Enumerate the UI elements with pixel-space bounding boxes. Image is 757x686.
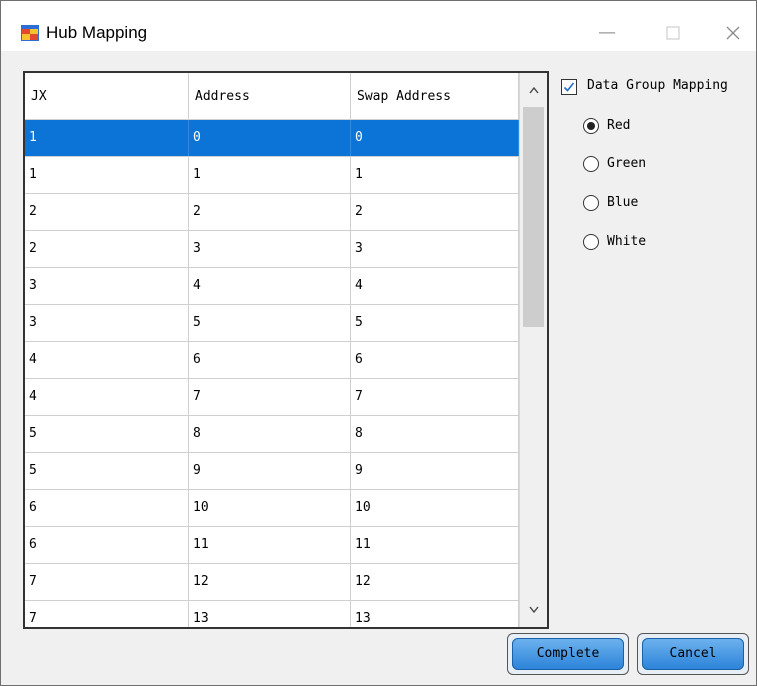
cell-address[interactable]: 10	[189, 490, 351, 526]
data-group-mapping-label: Data Group Mapping	[587, 78, 728, 93]
title-bar[interactable]: Hub Mapping —	[1, 1, 756, 51]
cell-jx[interactable]: 3	[25, 305, 189, 341]
radio-blue-button[interactable]	[583, 195, 599, 211]
cell-address[interactable]: 6	[189, 342, 351, 378]
vertical-scrollbar[interactable]	[519, 73, 547, 627]
cell-jx[interactable]: 6	[25, 527, 189, 563]
window-title: Hub Mapping	[46, 23, 148, 42]
table-row[interactable]: 7 13 13	[25, 601, 519, 627]
table-row[interactable]: 6 10 10	[25, 490, 519, 527]
cell-address[interactable]: 3	[189, 231, 351, 267]
cell-jx[interactable]: 5	[25, 416, 189, 452]
cell-jx[interactable]: 7	[25, 564, 189, 600]
cell-jx[interactable]: 5	[25, 453, 189, 489]
cell-jx[interactable]: 2	[25, 231, 189, 267]
cell-jx[interactable]: 4	[25, 342, 189, 378]
cell-jx[interactable]: 3	[25, 268, 189, 304]
table-body: 1 0 0 1 1 1 2 2 2 2 3 3 3 4 4 3 5 5 4 6 6 4 7 7 5 8 8 5 9 9 6 10 10 6 11 11…	[25, 120, 519, 627]
cell-swap-address[interactable]: 4	[351, 268, 519, 304]
chevron-down-icon[interactable]	[520, 595, 547, 625]
cell-swap-address[interactable]: 9	[351, 453, 519, 489]
radio-white-label: White	[607, 234, 647, 249]
cell-swap-address[interactable]: 12	[351, 564, 519, 600]
maximize-icon[interactable]	[653, 15, 693, 51]
radio-red-button[interactable]	[583, 118, 599, 134]
column-header-jx[interactable]: JX	[25, 73, 189, 119]
table-row[interactable]: 588	[25, 416, 519, 453]
complete-button-label: Complete	[512, 638, 624, 670]
table-row[interactable]: 7 12 12	[25, 564, 519, 601]
cancel-button[interactable]: Cancel	[637, 633, 749, 675]
radio-white-button[interactable]	[583, 234, 599, 250]
table-row[interactable]: 6 11 11	[25, 527, 519, 564]
cell-address[interactable]: 9	[189, 453, 351, 489]
complete-button[interactable]: Complete	[507, 633, 629, 675]
cell-jx[interactable]: 1	[25, 157, 189, 193]
radio-green[interactable]: Green	[583, 155, 703, 175]
cell-address[interactable]: 8	[189, 416, 351, 452]
radio-red-label: Red	[607, 118, 631, 133]
chevron-up-icon[interactable]	[520, 75, 547, 105]
cell-swap-address[interactable]: 0	[351, 120, 519, 156]
table-row[interactable]: 599	[25, 453, 519, 490]
cell-swap-address[interactable]: 7	[351, 379, 519, 415]
cell-jx[interactable]: 7	[25, 601, 189, 627]
radio-white[interactable]: White	[583, 233, 703, 253]
column-header-swap-address[interactable]: Swap Address	[351, 73, 519, 119]
cell-address[interactable]: 13	[189, 601, 351, 627]
radio-green-button[interactable]	[583, 156, 599, 172]
cell-swap-address[interactable]: 8	[351, 416, 519, 452]
table-row[interactable]: 222	[25, 194, 519, 231]
table-header: JX Address Swap Address	[25, 73, 519, 120]
app-window-icon	[21, 25, 39, 41]
cell-address[interactable]: 11	[189, 527, 351, 563]
cell-jx[interactable]: 4	[25, 379, 189, 415]
table-row[interactable]: 355	[25, 305, 519, 342]
cancel-button-label: Cancel	[642, 638, 744, 670]
table-row[interactable]: 233	[25, 231, 519, 268]
cell-address[interactable]: 2	[189, 194, 351, 230]
data-group-mapping-checkbox[interactable]	[561, 79, 577, 95]
table-row[interactable]: 477	[25, 379, 519, 416]
column-header-address[interactable]: Address	[189, 73, 351, 119]
cell-address[interactable]: 5	[189, 305, 351, 341]
hub-mapping-dialog: Hub Mapping — JX Address Swap Address 10…	[0, 0, 757, 686]
cell-swap-address[interactable]: 6	[351, 342, 519, 378]
cell-swap-address[interactable]: 3	[351, 231, 519, 267]
cell-swap-address[interactable]: 13	[351, 601, 519, 627]
data-group-mapping-checkbox-row[interactable]: Data Group Mapping	[561, 77, 751, 97]
cell-address[interactable]: 1	[189, 157, 351, 193]
cell-address[interactable]: 0	[189, 120, 351, 156]
radio-blue[interactable]: Blue	[583, 194, 703, 214]
minimize-icon[interactable]: —	[587, 15, 627, 51]
scroll-thumb[interactable]	[523, 107, 544, 327]
radio-red[interactable]: Red	[583, 117, 703, 137]
cell-address[interactable]: 7	[189, 379, 351, 415]
cell-swap-address[interactable]: 11	[351, 527, 519, 563]
table-row[interactable]: 100	[25, 120, 519, 157]
cell-swap-address[interactable]: 5	[351, 305, 519, 341]
cell-swap-address[interactable]: 10	[351, 490, 519, 526]
cell-jx[interactable]: 2	[25, 194, 189, 230]
table-row[interactable]: 344	[25, 268, 519, 305]
radio-blue-label: Blue	[607, 195, 639, 210]
cell-jx[interactable]: 6	[25, 490, 189, 526]
hub-mapping-table[interactable]: JX Address Swap Address 1001112222333443…	[23, 71, 549, 629]
checkmark-icon	[563, 82, 575, 92]
close-icon[interactable]	[713, 15, 753, 51]
cell-address[interactable]: 4	[189, 268, 351, 304]
radio-green-label: Green	[607, 156, 647, 171]
cell-address[interactable]: 12	[189, 564, 351, 600]
table-row[interactable]: 466	[25, 342, 519, 379]
cell-jx[interactable]: 1	[25, 120, 189, 156]
table-row[interactable]: 111	[25, 157, 519, 194]
cell-swap-address[interactable]: 2	[351, 194, 519, 230]
cell-swap-address[interactable]: 1	[351, 157, 519, 193]
